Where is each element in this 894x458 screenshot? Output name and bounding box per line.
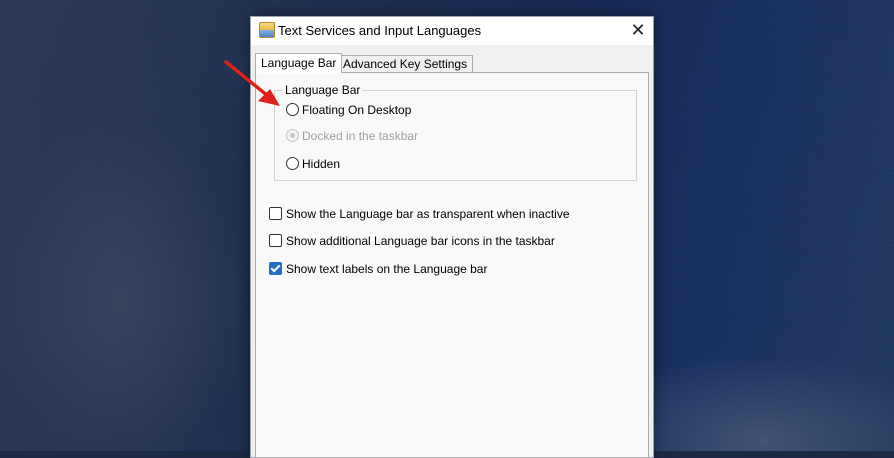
tab-language-bar[interactable]: Language Bar bbox=[255, 53, 343, 73]
red-arrow-icon bbox=[224, 60, 280, 106]
